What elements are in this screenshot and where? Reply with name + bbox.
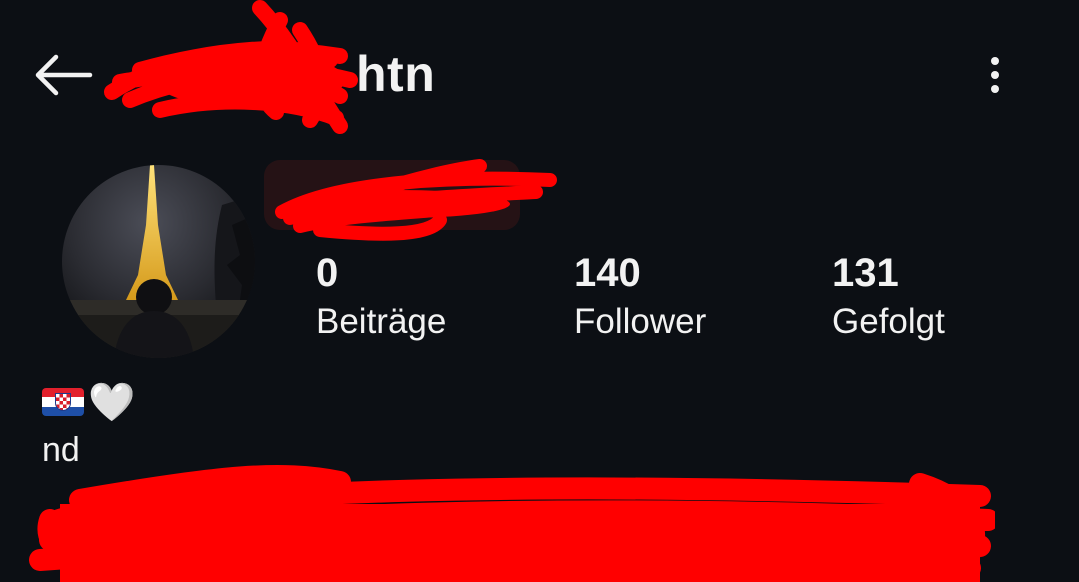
stat-posts-count: 0 xyxy=(316,251,339,295)
stat-following-count: 131 xyxy=(832,251,899,295)
more-options-button[interactable] xyxy=(970,48,1020,102)
stat-following[interactable]: 131 Gefolgt xyxy=(832,250,945,346)
stat-posts[interactable]: 0 Beiträge xyxy=(316,250,446,346)
stat-posts-label: Beiträge xyxy=(316,302,447,341)
stat-followers[interactable]: 140 Follower xyxy=(574,250,706,346)
redaction-scribble-display-name xyxy=(264,159,557,241)
profile-username: htn xyxy=(356,46,436,102)
redaction-scribble-bottom xyxy=(29,465,995,582)
vertical-ellipsis-icon-dot xyxy=(991,71,999,79)
stat-followers-count: 140 xyxy=(574,251,641,295)
arrow-left-icon xyxy=(35,54,93,96)
white-heart-icon: 🤍 xyxy=(88,380,136,424)
croatia-flag-icon xyxy=(42,388,84,416)
profile-avatar[interactable] xyxy=(62,165,255,358)
stat-followers-label: Follower xyxy=(574,302,707,341)
stat-following-label: Gefolgt xyxy=(832,302,945,341)
back-button[interactable] xyxy=(28,45,98,105)
vertical-ellipsis-icon xyxy=(991,57,999,65)
avatar-image xyxy=(62,165,255,358)
bio-emoji-line: 🤍 xyxy=(42,382,135,422)
bio-text: nd xyxy=(42,431,80,469)
vertical-ellipsis-icon-dot xyxy=(991,85,999,93)
top-bar: htn xyxy=(0,0,1079,150)
